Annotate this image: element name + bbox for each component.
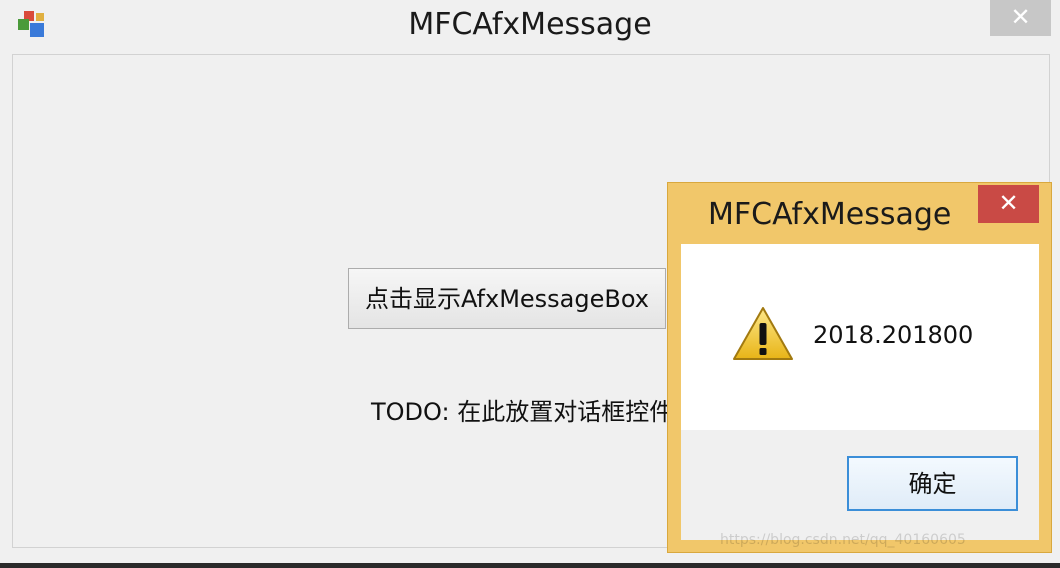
main-close-button[interactable]: ✕ — [990, 0, 1051, 36]
close-icon: ✕ — [1010, 3, 1031, 31]
message-box-close-button[interactable]: ✕ — [978, 185, 1039, 223]
message-box-footer: 确定 — [681, 430, 1039, 540]
main-window-title: MFCAfxMessage — [408, 7, 652, 42]
taskbar-edge — [0, 563, 1060, 568]
message-text: 2018.201800 — [813, 321, 974, 349]
ok-button[interactable]: 确定 — [847, 456, 1018, 511]
warning-icon — [732, 306, 794, 362]
todo-label: TODO: 在此放置对话框控件 — [371, 398, 674, 426]
show-afxmessagebox-button[interactable]: 点击显示AfxMessageBox — [348, 268, 666, 329]
message-box-dialog: MFCAfxMessage ✕ 2018.201800 确定 — [667, 182, 1052, 553]
close-icon: ✕ — [998, 189, 1019, 217]
message-box-title: MFCAfxMessage — [708, 197, 952, 232]
watermark: https://blog.csdn.net/qq_40160605 — [720, 532, 966, 548]
main-titlebar[interactable]: MFCAfxMessage ✕ — [0, 0, 1060, 52]
message-box-body: 2018.201800 — [681, 244, 1039, 430]
